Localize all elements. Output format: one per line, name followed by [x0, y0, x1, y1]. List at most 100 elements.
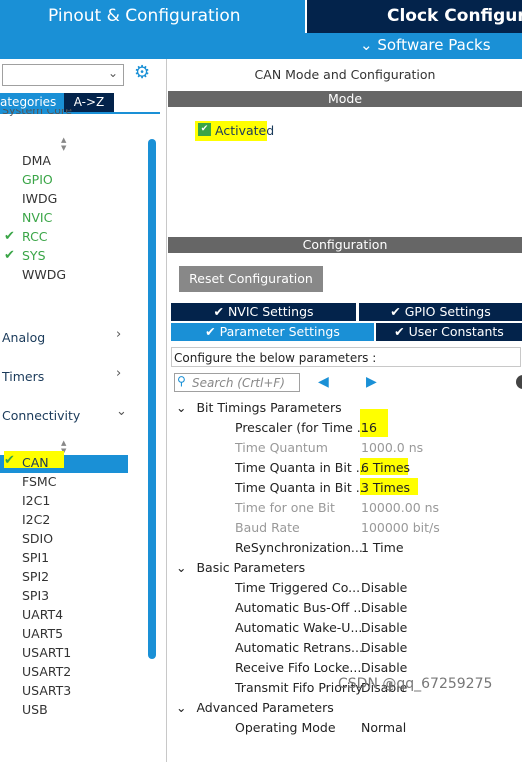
search-icon: ⚲: [177, 374, 186, 388]
chevron-right-icon[interactable]: ›: [116, 366, 121, 381]
param-value: 10000.00 ns: [361, 500, 440, 515]
check-circle-icon: ✔: [205, 324, 216, 339]
sidebar-item-uart4[interactable]: UART4: [22, 607, 63, 622]
section-system-core-cut: System Core: [2, 109, 72, 116]
category-filter-dropdown[interactable]: ⌄: [2, 64, 124, 86]
sidebar-item-usart3[interactable]: USART3: [22, 683, 71, 698]
group-basic[interactable]: ⌄ Basic Parameters: [176, 560, 305, 575]
param-value[interactable]: 1 Time: [361, 540, 404, 555]
param-name: Receive Fifo Locke...: [235, 660, 362, 675]
param-value[interactable]: Normal: [361, 720, 406, 735]
tab-pinout-configuration[interactable]: Pinout & Configuration: [0, 0, 305, 33]
sidebar-scrollbar[interactable]: [148, 139, 156, 659]
chevron-down-icon[interactable]: ⌄: [116, 404, 127, 419]
sidebar-item-gpio[interactable]: GPIO: [22, 172, 53, 187]
gear-icon[interactable]: ⚙: [134, 62, 150, 83]
param-value[interactable]: Disable: [361, 580, 407, 595]
activated-label: Activated: [215, 123, 275, 138]
sidebar-item-fsmc[interactable]: FSMC: [22, 474, 56, 489]
mode-header: Mode: [168, 91, 522, 107]
sidebar-item-sdio[interactable]: SDIO: [22, 531, 53, 546]
param-value[interactable]: 6 Times: [361, 460, 410, 475]
group-advanced[interactable]: ⌄ Advanced Parameters: [176, 700, 334, 715]
sidebar-item-spi3[interactable]: SPI3: [22, 588, 49, 603]
check-icon: ✔: [4, 248, 15, 263]
check-circle-icon: ✔: [213, 304, 224, 319]
check-circle-icon: ✔: [390, 304, 401, 319]
check-circle-icon: ✔: [4, 453, 15, 468]
tab-clock-label: Clock Configura: [387, 6, 522, 26]
param-name: Prescaler (for Time ...: [235, 420, 369, 435]
param-name: Time Quanta in Bit ...: [235, 480, 368, 495]
check-icon: ✔: [4, 229, 15, 244]
param-value: 1000.0 ns: [361, 440, 424, 455]
chevron-down-icon: ⌄: [176, 700, 187, 715]
section-timers[interactable]: Timers: [2, 369, 44, 384]
page-title: CAN Mode and Configuration: [254, 67, 436, 82]
param-value[interactable]: Disable: [361, 620, 407, 635]
reset-configuration-button[interactable]: Reset Configuration: [179, 266, 323, 292]
tab-gpio-settings[interactable]: ✔ GPIO Settings: [359, 303, 522, 321]
sidebar-item-usb[interactable]: USB: [22, 702, 48, 717]
tab-nvic-settings[interactable]: ✔ NVIC Settings: [171, 303, 356, 321]
tab-gpio-label: GPIO Settings: [404, 304, 491, 319]
sidebar-item-usart1[interactable]: USART1: [22, 645, 71, 660]
sidebar-item-nvic[interactable]: NVIC: [22, 210, 52, 225]
sidebar-item-wwdg[interactable]: WWDG: [22, 267, 66, 282]
chevron-down-icon: ⌄: [360, 36, 373, 54]
group-basic-label: Basic Parameters: [196, 560, 306, 575]
chevron-down-icon: ⌄: [176, 560, 187, 575]
chevron-down-icon: ⌄: [176, 400, 187, 415]
software-packs-bar: ⌄ Software Packs: [0, 33, 522, 59]
check-circle-icon: ✔: [394, 324, 405, 339]
next-icon[interactable]: ▶: [366, 374, 377, 390]
param-name: Time Quantum: [235, 440, 328, 455]
group-advanced-label: Advanced Parameters: [196, 700, 334, 715]
info-icon[interactable]: [516, 375, 522, 389]
tab-parameter-settings[interactable]: ✔ Parameter Settings: [171, 323, 374, 341]
tab-clock-configuration[interactable]: Clock Configura: [307, 0, 522, 33]
sidebar-item-rcc[interactable]: RCC: [22, 229, 48, 244]
param-value[interactable]: 16: [361, 420, 377, 435]
sidebar-item-spi1[interactable]: SPI1: [22, 550, 49, 565]
chevron-right-icon[interactable]: ›: [116, 327, 121, 342]
watermark: CSDN @qq_67259275: [338, 676, 493, 692]
previous-icon[interactable]: ◀: [318, 374, 329, 390]
sidebar-item-i2c1[interactable]: I2C1: [22, 493, 50, 508]
software-packs-menu[interactable]: ⌄ Software Packs: [360, 36, 491, 54]
search-input[interactable]: ⚲ Search (Crtl+F): [174, 373, 300, 392]
group-bit-timings[interactable]: ⌄ Bit Timings Parameters: [176, 400, 342, 415]
param-value: 100000 bit/s: [361, 520, 440, 535]
param-name: ReSynchronization...: [235, 540, 363, 555]
sidebar-item-i2c2[interactable]: I2C2: [22, 512, 50, 527]
configure-hint: Configure the below parameters :: [171, 347, 521, 367]
categories-panel: ⌄ ⚙ ategories A->Z System Core ▲ ▼ DMA GP…: [0, 59, 167, 762]
sidebar-item-uart5[interactable]: UART5: [22, 626, 63, 641]
sidebar-item-sys[interactable]: SYS: [22, 248, 46, 263]
sidebar-item-can[interactable]: CAN: [22, 455, 49, 470]
tab-user-constants[interactable]: ✔ User Constants: [376, 323, 522, 341]
param-name: Time for one Bit: [235, 500, 335, 515]
param-value[interactable]: 3 Times: [361, 480, 410, 495]
param-value[interactable]: Disable: [361, 600, 407, 615]
section-analog[interactable]: Analog: [2, 330, 45, 345]
param-value[interactable]: Disable: [361, 640, 407, 655]
tab-nvic-label: NVIC Settings: [227, 304, 314, 319]
param-name: Time Quanta in Bit ...: [235, 460, 368, 475]
sidebar-item-usart2[interactable]: USART2: [22, 664, 71, 679]
sidebar-item-spi2[interactable]: SPI2: [22, 569, 49, 584]
sidebar-item-iwdg[interactable]: IWDG: [22, 191, 57, 206]
activated-checkbox[interactable]: ✔: [198, 123, 211, 136]
section-connectivity[interactable]: Connectivity: [2, 408, 80, 423]
tab-parameter-label: Parameter Settings: [219, 324, 340, 339]
param-name: Automatic Bus-Off ...: [235, 600, 366, 615]
param-value[interactable]: Disable: [361, 660, 407, 675]
can-configuration-panel: CAN Mode and Configuration Mode ✔ Activa…: [168, 59, 522, 762]
param-name: Automatic Retrans...: [235, 640, 363, 655]
group-bit-timings-label: Bit Timings Parameters: [196, 400, 342, 415]
software-packs-label: Software Packs: [377, 36, 491, 54]
sidebar-item-dma[interactable]: DMA: [22, 153, 51, 168]
param-name: Baud Rate: [235, 520, 300, 535]
sort-icon[interactable]: ▲▼: [61, 136, 66, 152]
param-name: Automatic Wake-U...: [235, 620, 363, 635]
